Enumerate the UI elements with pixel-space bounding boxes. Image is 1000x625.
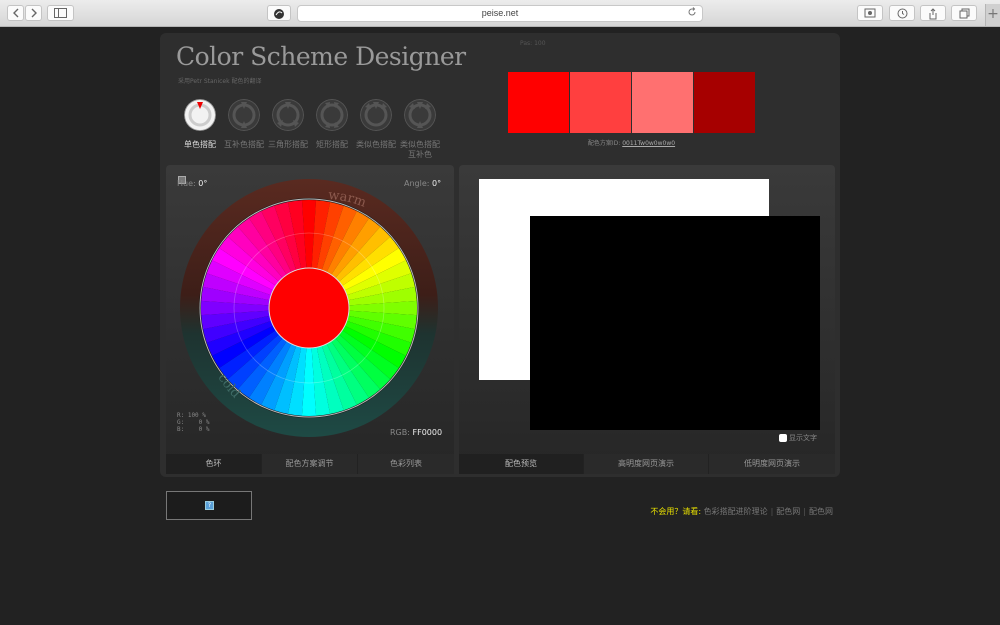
sidebar-icon: [54, 8, 67, 18]
preview-tabs: 配色预览 高明度网页演示 低明度网页演示: [459, 454, 835, 474]
wheel-tabs: 色环 配色方案调节 色彩列表: [166, 454, 454, 474]
angle-label: Angle:: [404, 179, 430, 188]
show-text-toggle[interactable]: 显示文字: [779, 433, 817, 443]
scheme-label: 互补色搭配: [224, 140, 264, 149]
scheme-mono[interactable]: 单色搭配: [178, 99, 222, 150]
tab-light-page-demo[interactable]: 高明度网页演示: [584, 454, 709, 474]
back-button[interactable]: [7, 5, 24, 21]
page-title: Color Scheme Designer: [176, 42, 466, 71]
link-peise[interactable]: 配色网: [776, 507, 800, 516]
color-wheel[interactable]: warm cold: [178, 177, 440, 439]
link-color-theory[interactable]: 色彩搭配进阶理论: [704, 507, 768, 516]
accented-analogic-scheme-icon: [404, 99, 436, 131]
selected-hue-center[interactable]: [268, 267, 350, 349]
swatch-dark[interactable]: [694, 72, 755, 133]
share-icon: [929, 8, 937, 20]
tab-color-wheel[interactable]: 色环: [166, 454, 262, 474]
scheme-rectangle[interactable]: 矩形搭配: [310, 99, 354, 150]
scheme-id-link[interactable]: 0011Tw0w0w0w0: [622, 140, 675, 147]
scheme-label: 三角形搭配: [268, 140, 308, 149]
tab-scheme-preview[interactable]: 配色预览: [459, 454, 584, 474]
scheme-type-selector: 单色搭配 互补色搭配 三角形搭配 矩形搭配 类似色搭配 类似色搭配互补色: [178, 99, 443, 159]
rectangle-scheme-icon: [316, 99, 348, 131]
url-text: peise.net: [481, 8, 519, 18]
reload-icon[interactable]: [687, 7, 697, 22]
scheme-label: 类似色搭配互补色: [400, 140, 440, 159]
browser-toolbar: peise.net +: [0, 0, 1000, 27]
scheme-accented-analogic[interactable]: 类似色搭配互补色: [398, 99, 442, 160]
rgb-percent-values: R: 100 % G: 0 % B: 0 %: [177, 412, 210, 433]
tabs-button[interactable]: [951, 5, 977, 21]
address-bar[interactable]: peise.net: [297, 5, 703, 22]
angle-readout: Angle: 0°: [404, 179, 441, 188]
scheme-id-label: 配色方案ID:: [587, 140, 623, 147]
scheme-label: 矩形搭配: [316, 140, 348, 149]
extension-button[interactable]: [857, 5, 883, 21]
tab-color-list[interactable]: 色彩列表: [358, 454, 454, 474]
new-tab-button[interactable]: +: [985, 4, 1000, 26]
help-links: 不会用？请看: 色彩搭配进阶理论 | 配色网 | 配色网: [650, 507, 833, 516]
analogic-scheme-icon: [360, 99, 392, 131]
history-button[interactable]: [889, 5, 915, 21]
scheme-analogic[interactable]: 类似色搭配: [354, 99, 398, 150]
page-subtitle: 采用Petr Stanicek 配色的翻译: [178, 78, 262, 85]
rgb-label: RGB:: [390, 428, 410, 437]
show-text-checkbox[interactable]: [779, 434, 787, 442]
scheme-label: 类似色搭配: [356, 140, 396, 149]
hue-readout: Hue: 0°: [177, 179, 207, 188]
mono-scheme-icon: [184, 99, 216, 131]
swatch-light[interactable]: [570, 72, 631, 133]
help-icon[interactable]: ?: [205, 501, 214, 510]
help-question: 不会用？请看:: [650, 507, 702, 516]
extension-icon: [864, 8, 876, 18]
rgb-hex-value: FF0000: [412, 428, 443, 437]
triad-scheme-icon: [272, 99, 304, 131]
scheme-id: 配色方案ID: 0011Tw0w0w0w0: [508, 138, 755, 147]
tab-dark-page-demo[interactable]: 低明度网页演示: [709, 454, 835, 474]
scheme-label: 单色搭配: [184, 140, 216, 149]
show-text-label: 显示文字: [789, 434, 817, 442]
color-swatches: [508, 72, 755, 133]
hue-value: 0°: [198, 179, 208, 188]
plus-icon: +: [987, 6, 999, 22]
eagle-logo-icon: [274, 9, 284, 19]
rgb-readout: RGB: FF0000: [390, 428, 442, 437]
embed-box[interactable]: ?: [166, 491, 252, 520]
sidebar-button[interactable]: [47, 5, 74, 21]
hue-label: Hue:: [177, 179, 196, 188]
angle-value: 0°: [432, 179, 442, 188]
site-favicon[interactable]: [267, 5, 291, 21]
chevron-left-icon: [12, 8, 18, 18]
swatch-primary[interactable]: [508, 72, 569, 133]
complement-scheme-icon: [228, 99, 260, 131]
tab-scheme-adjust[interactable]: 配色方案调节: [262, 454, 358, 474]
preview-dark-page: [530, 216, 820, 430]
link-peise-2[interactable]: 配色网: [809, 507, 833, 516]
swatch-lighter[interactable]: [632, 72, 693, 133]
chevron-right-icon: [31, 8, 37, 18]
scheme-triad[interactable]: 三角形搭配: [266, 99, 310, 150]
tabs-icon: [959, 8, 969, 19]
scheme-complement[interactable]: 互补色搭配: [222, 99, 266, 150]
share-button[interactable]: [920, 5, 946, 21]
forward-button[interactable]: [25, 5, 42, 21]
top-label: Pas: 100: [520, 40, 546, 47]
clock-icon: [897, 8, 907, 19]
